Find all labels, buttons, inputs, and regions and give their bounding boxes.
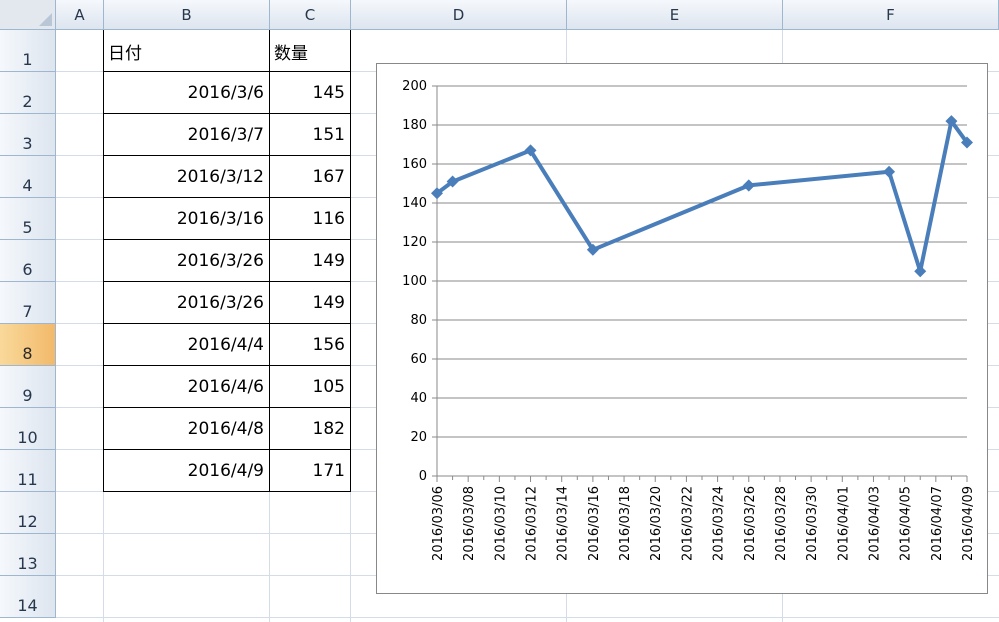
- cell-quantity[interactable]: 149: [270, 282, 351, 324]
- data-point-marker: [914, 265, 927, 278]
- series-line: [435, 119, 969, 274]
- column-header-b[interactable]: B: [104, 0, 270, 30]
- cell-b1-header-date[interactable]: 日付: [104, 30, 270, 72]
- row-header-8[interactable]: 8: [0, 324, 56, 366]
- x-tick-label: 2016/03/06: [431, 486, 446, 561]
- cell-quantity[interactable]: 105: [270, 366, 351, 408]
- row-header-10[interactable]: 10: [0, 408, 56, 450]
- cell-date[interactable]: 2016/3/6: [104, 72, 270, 114]
- table-border-line: [103, 407, 351, 408]
- y-tick-label: 160: [402, 157, 427, 172]
- column-header-c[interactable]: C: [270, 0, 351, 30]
- cell-quantity[interactable]: 116: [270, 198, 351, 240]
- column-header-d[interactable]: D: [351, 0, 567, 30]
- column-header-a[interactable]: A: [56, 0, 104, 30]
- data-point-marker: [742, 179, 755, 192]
- table-border-line: [103, 113, 351, 114]
- select-all-corner[interactable]: [0, 0, 56, 30]
- table-border-line: [103, 155, 351, 156]
- table-border-line: [103, 491, 351, 492]
- y-tick-label: 80: [410, 313, 427, 328]
- cell-quantity[interactable]: 145: [270, 72, 351, 114]
- x-tick-label: 2016/03/20: [649, 486, 664, 561]
- table-border-line: [269, 30, 270, 492]
- y-tick-label: 20: [410, 430, 427, 445]
- cell-quantity[interactable]: 167: [270, 156, 351, 198]
- cell-date[interactable]: 2016/3/7: [104, 114, 270, 156]
- x-tick-label: 2016/03/22: [680, 486, 695, 561]
- row-header-11[interactable]: 11: [0, 450, 56, 492]
- x-tick-label: 2016/03/10: [493, 486, 508, 561]
- row-header-12[interactable]: 12: [0, 492, 56, 534]
- table-border-line: [103, 365, 351, 366]
- cell-quantity[interactable]: 149: [270, 240, 351, 282]
- row-header-9[interactable]: 9: [0, 366, 56, 408]
- column-header-f[interactable]: F: [783, 0, 999, 30]
- cell-quantity[interactable]: 156: [270, 324, 351, 366]
- x-tick-label: 2016/04/05: [899, 486, 914, 561]
- table-border-line: [103, 197, 351, 198]
- row-header-4[interactable]: 4: [0, 156, 56, 198]
- cell-date[interactable]: 2016/3/12: [104, 156, 270, 198]
- x-tick-label: 2016/04/07: [930, 486, 945, 561]
- row-header-3[interactable]: 3: [0, 114, 56, 156]
- row-header-1[interactable]: 1: [0, 30, 56, 72]
- cell-date[interactable]: 2016/3/26: [104, 282, 270, 324]
- chart-canvas: 0 20 40 60 80 100 120 140 160 180 200 2016/03/06 201…: [402, 79, 976, 561]
- y-tick-label: 60: [410, 352, 427, 367]
- x-tick-label: 2016/04/09: [961, 486, 976, 561]
- cell-c1-header-quantity[interactable]: 数量: [270, 30, 351, 72]
- y-tick-label: 0: [419, 469, 427, 484]
- row-header-13[interactable]: 13: [0, 534, 56, 576]
- table-border-line: [350, 30, 351, 492]
- spreadsheet: A B C D E F 1 2 3 4 5 6 7 8 9 10 11 12 13 14 日付 数量 2016…: [0, 0, 999, 622]
- table-border-line: [103, 239, 351, 240]
- y-tick-label: 40: [410, 391, 427, 406]
- y-tick-label: 140: [402, 196, 427, 211]
- cell-quantity[interactable]: 171: [270, 450, 351, 492]
- x-tick-label: 2016/03/08: [462, 486, 477, 561]
- select-all-triangle-icon: [39, 13, 52, 26]
- row-header-7[interactable]: 7: [0, 282, 56, 324]
- row-header-2[interactable]: 2: [0, 72, 56, 114]
- x-tick-label: 2016/03/26: [743, 486, 758, 561]
- table-border-line: [103, 449, 351, 450]
- x-tick-label: 2016/03/24: [712, 486, 727, 561]
- cell-date[interactable]: 2016/4/9: [104, 450, 270, 492]
- table-border-line: [103, 323, 351, 324]
- x-tick-label: 2016/03/30: [805, 486, 820, 561]
- table-border-line: [103, 71, 351, 72]
- x-tick-label: 2016/04/01: [836, 486, 851, 561]
- x-tick-label: 2016/03/12: [525, 486, 540, 561]
- y-tick-label: 180: [402, 118, 427, 133]
- y-tick-label: 120: [402, 235, 427, 250]
- x-tick-label: 2016/04/03: [867, 486, 882, 561]
- cell-date[interactable]: 2016/3/16: [104, 198, 270, 240]
- data-point-marker: [883, 165, 896, 178]
- y-tick-label: 100: [402, 274, 427, 289]
- table-border-line: [103, 30, 104, 492]
- cell-date[interactable]: 2016/4/4: [104, 324, 270, 366]
- table-border-line: [103, 281, 351, 282]
- x-tick-label: 2016/03/28: [774, 486, 789, 561]
- cell-quantity[interactable]: 182: [270, 408, 351, 450]
- row-header-5[interactable]: 5: [0, 198, 56, 240]
- cell-date[interactable]: 2016/4/6: [104, 366, 270, 408]
- row-header-14[interactable]: 14: [0, 576, 56, 618]
- y-tick-label: 200: [402, 79, 427, 94]
- cell-quantity[interactable]: 151: [270, 114, 351, 156]
- x-tick-label: 2016/03/14: [556, 486, 571, 561]
- row-header-6[interactable]: 6: [0, 240, 56, 282]
- x-tick-label: 2016/03/16: [587, 486, 602, 561]
- x-tick-label: 2016/03/18: [618, 486, 633, 561]
- column-header-e[interactable]: E: [567, 0, 783, 30]
- cell-date[interactable]: 2016/4/8: [104, 408, 270, 450]
- cell-date[interactable]: 2016/3/26: [104, 240, 270, 282]
- grid-hline: [56, 617, 999, 618]
- line-chart[interactable]: 0 20 40 60 80 100 120 140 160 180 200 2016/03/06 201…: [376, 63, 988, 594]
